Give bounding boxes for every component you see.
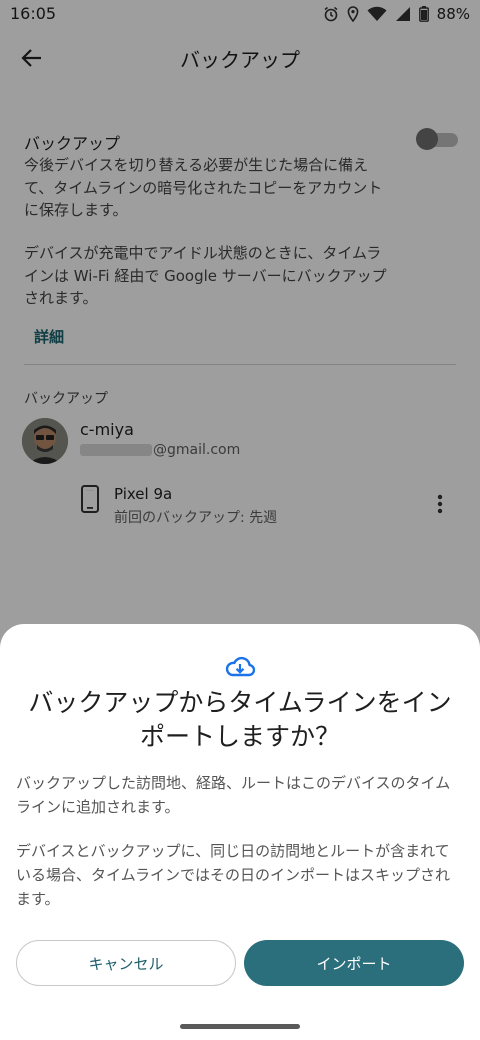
cloud-download-icon [224,652,256,680]
dialog-paragraph-1: バックアップした訪問地、経路、ルートはこのデバイスのタイムラインに追加されます。 [16,774,451,816]
cancel-button[interactable]: キャンセル [16,940,236,986]
home-indicator[interactable] [180,1024,300,1029]
dialog-paragraph-2: デバイスとバックアップに、同じ日の訪問地とルートが含まれている場合、タイムライン… [16,842,450,908]
import-button[interactable]: インポート [244,940,464,986]
import-dialog: バックアップからタイムラインをインポートしますか？ バックアップした訪問地、経路… [0,624,480,1040]
dialog-title: バックアップからタイムラインをインポートしますか？ [28,688,452,751]
